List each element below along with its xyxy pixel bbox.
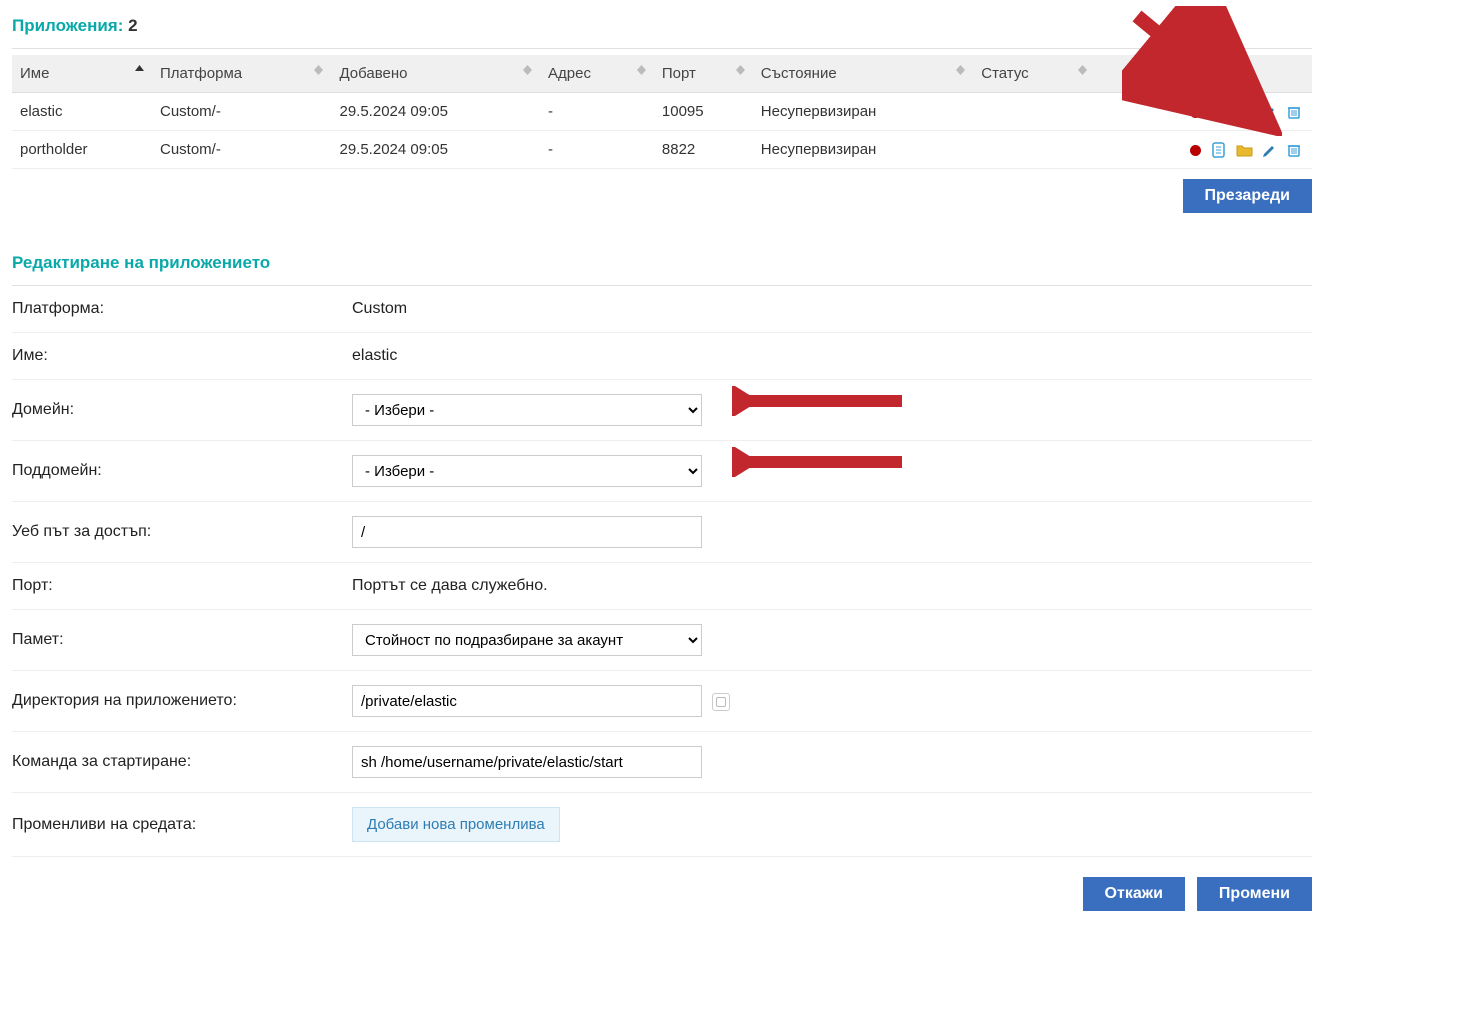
cell-platform: Custom/-: [152, 93, 331, 131]
sort-icon: [736, 65, 745, 75]
submit-button[interactable]: Промени: [1197, 877, 1312, 911]
cell-name: elastic: [12, 93, 152, 131]
sort-icon: [523, 65, 532, 75]
cell-platform: Custom/-: [152, 131, 331, 169]
webpath-input[interactable]: [352, 516, 702, 548]
delete-icon[interactable]: [1286, 104, 1302, 120]
col-address[interactable]: Адрес: [540, 55, 654, 93]
cell-address: -: [540, 131, 654, 169]
sort-icon: [956, 65, 965, 75]
memory-select[interactable]: Стойност по подразбиране за акаунт: [352, 624, 702, 656]
cell-actions: [1095, 131, 1312, 169]
add-envvar-button[interactable]: Добави нова променлива: [352, 807, 560, 842]
platform-value: Custom: [352, 300, 407, 317]
cancel-button[interactable]: Откажи: [1083, 877, 1185, 911]
memory-label: Памет:: [12, 631, 352, 649]
sort-icon: [1078, 65, 1087, 75]
col-port[interactable]: Порт: [654, 55, 753, 93]
col-platform[interactable]: Платформа: [152, 55, 331, 93]
reload-button[interactable]: Презареди: [1183, 179, 1312, 213]
cell-actions: [1095, 93, 1312, 131]
folder-icon[interactable]: [1236, 104, 1254, 120]
cell-state: Несупервизиран: [753, 93, 973, 131]
subdomain-label: Поддомейн:: [12, 462, 352, 480]
appdir-input[interactable]: [352, 685, 702, 717]
apps-title-label: Приложения:: [12, 16, 123, 35]
name-value: elastic: [352, 347, 397, 364]
divider: [12, 48, 1312, 49]
folder-icon[interactable]: [1236, 142, 1254, 158]
cell-added: 29.5.2024 09:05: [331, 131, 540, 169]
name-label: Име:: [12, 347, 352, 365]
cell-status: [973, 93, 1094, 131]
col-status[interactable]: Статус: [973, 55, 1094, 93]
startcmd-label: Команда за стартиране:: [12, 753, 352, 771]
col-name[interactable]: Име: [12, 55, 152, 93]
table-row: elastic Custom/- 29.5.2024 09:05 - 10095…: [12, 93, 1312, 131]
status-dot-icon: [1190, 145, 1201, 156]
log-icon[interactable]: [1211, 104, 1227, 120]
webpath-label: Уеб път за достъп:: [12, 523, 352, 541]
cell-port: 8822: [654, 131, 753, 169]
port-label: Порт:: [12, 577, 352, 595]
cell-state: Несупервизиран: [753, 131, 973, 169]
sort-icon: [637, 65, 646, 75]
edit-title: Редактиране на приложението: [12, 253, 1312, 273]
domain-label: Домейн:: [12, 401, 352, 419]
edit-icon[interactable]: [1262, 104, 1278, 120]
cell-status: [973, 131, 1094, 169]
browse-folder-icon[interactable]: [712, 693, 730, 711]
col-added[interactable]: Добавено: [331, 55, 540, 93]
port-text: Портът се дава служебно.: [352, 577, 548, 594]
startcmd-input[interactable]: [352, 746, 702, 778]
apps-count: 2: [128, 16, 137, 35]
edit-icon[interactable]: [1262, 142, 1278, 158]
table-row: portholder Custom/- 29.5.2024 09:05 - 88…: [12, 131, 1312, 169]
cell-added: 29.5.2024 09:05: [331, 93, 540, 131]
platform-label: Платформа:: [12, 300, 352, 318]
col-state[interactable]: Състояние: [753, 55, 973, 93]
cell-name: portholder: [12, 131, 152, 169]
domain-select[interactable]: - Избери -: [352, 394, 702, 426]
delete-icon[interactable]: [1286, 142, 1302, 158]
col-actions: [1095, 55, 1312, 93]
appdir-label: Директория на приложението:: [12, 692, 352, 710]
sort-icon: [135, 65, 144, 71]
apps-table: Име Платформа Добавено: [12, 55, 1312, 169]
cell-port: 10095: [654, 93, 753, 131]
envvars-label: Променливи на средата:: [12, 816, 352, 834]
subdomain-select[interactable]: - Избери -: [352, 455, 702, 487]
apps-title: Приложения: 2: [12, 16, 1312, 36]
cell-address: -: [540, 93, 654, 131]
log-icon[interactable]: [1211, 142, 1227, 158]
status-dot-icon: [1190, 107, 1201, 118]
sort-icon: [314, 65, 323, 75]
